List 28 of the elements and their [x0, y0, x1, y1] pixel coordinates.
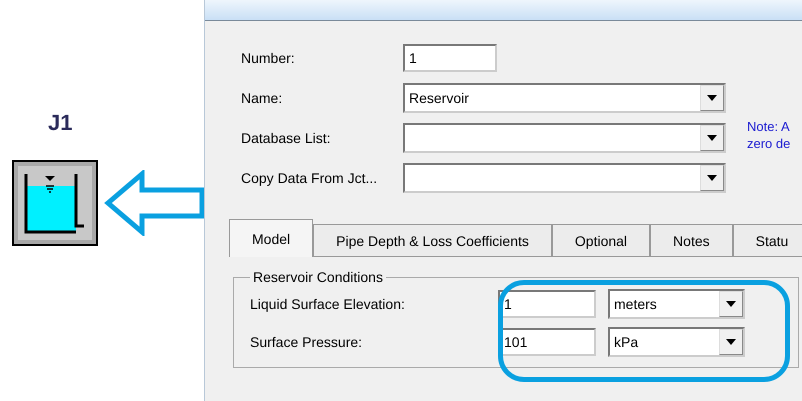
- tab[interactable]: Notes: [650, 224, 733, 257]
- arrow-icon: [104, 170, 204, 236]
- caret-icon: [707, 95, 717, 101]
- field-label: Surface Pressure:: [250, 334, 364, 350]
- combo-box[interactable]: [403, 163, 726, 193]
- group-title: Reservoir Conditions: [252, 269, 384, 285]
- combo-box[interactable]: Reservoir: [403, 83, 726, 113]
- tab[interactable]: Pipe Depth & Loss Coefficients: [313, 224, 552, 257]
- field-label: Liquid Surface Elevation:: [250, 296, 406, 312]
- note-text: Note: A zero de: [747, 118, 790, 152]
- field-label: Number:: [241, 50, 296, 66]
- unit-dropdown[interactable]: meters: [608, 289, 745, 319]
- text-field[interactable]: 1: [498, 290, 596, 318]
- text-field[interactable]: 1: [403, 44, 497, 72]
- combo-box[interactable]: [403, 123, 726, 153]
- unit-dropdown[interactable]: kPa: [608, 327, 745, 357]
- junction-label: J1: [48, 110, 74, 137]
- field-label: Name:: [241, 90, 284, 106]
- tab[interactable]: Optional: [552, 224, 650, 257]
- caret-icon: [726, 339, 736, 345]
- tab[interactable]: Statu: [732, 224, 802, 257]
- field-label: Copy Data From Jct...: [241, 170, 378, 186]
- caret-icon: [707, 175, 717, 181]
- tab[interactable]: Model: [229, 219, 314, 257]
- reservoir-icon[interactable]: [12, 160, 98, 246]
- field-label: Database List:: [241, 130, 332, 146]
- caret-icon: [707, 135, 717, 141]
- caret-icon: [726, 301, 736, 307]
